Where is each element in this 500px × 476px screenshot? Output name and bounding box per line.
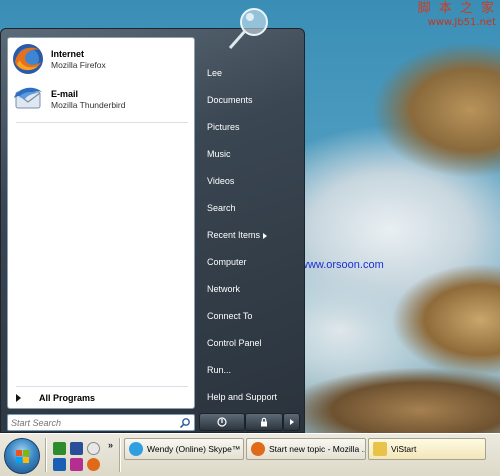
menu-item-documents[interactable]: Documents	[199, 90, 299, 110]
search-icon[interactable]	[179, 417, 191, 429]
watermark-jb51: 脚 本 之 家 www.Jb51.net	[400, 2, 496, 30]
menu-item-help-and-support[interactable]: Help and Support	[199, 387, 299, 407]
start-orb-button[interactable]	[4, 438, 40, 474]
triangle-right-icon	[16, 394, 21, 402]
firefox-icon	[251, 442, 265, 456]
taskbar-separator	[45, 438, 47, 472]
arrow-right-icon	[289, 419, 294, 425]
menu-item-videos[interactable]: Videos	[199, 171, 299, 191]
all-programs-separator	[16, 386, 188, 387]
menu-item-control-panel[interactable]: Control Panel	[199, 333, 299, 353]
start-search-box[interactable]	[7, 414, 195, 431]
quicklaunch-overflow-chevron[interactable]: »	[108, 440, 113, 450]
quicklaunch-ie-icon[interactable]	[53, 458, 66, 471]
pinned-item-email[interactable]: E-mail Mozilla Thunderbird	[10, 80, 194, 118]
task-button-firefox[interactable]: Start new topic - Mozilla ...	[246, 438, 366, 460]
quicklaunch-firefox-icon[interactable]	[87, 458, 100, 471]
folder-icon	[373, 442, 387, 456]
menu-item-lee[interactable]: Lee	[199, 63, 299, 83]
all-programs-label: All Programs	[39, 393, 96, 403]
menu-item-pictures[interactable]: Pictures	[199, 117, 299, 137]
quicklaunch-clock-icon[interactable]	[87, 442, 100, 455]
menu-item-run[interactable]: Run...	[199, 360, 299, 380]
pinned-programs-pane: Internet Mozilla Firefox E-mail Mozilla …	[7, 37, 195, 409]
pinned-item-description: Mozilla Thunderbird	[51, 99, 126, 110]
lock-button[interactable]	[245, 413, 283, 431]
pinned-separator	[16, 122, 188, 123]
task-button-label: ViStart	[391, 444, 417, 454]
task-button-label: Wendy (Online) Skype™ ...	[147, 444, 244, 454]
pinned-item-name: Internet	[51, 48, 85, 59]
watermark-orsoon: www.orsoon.com	[300, 259, 384, 271]
menu-item-network[interactable]: Network	[199, 279, 299, 299]
start-search-input[interactable]	[11, 416, 175, 429]
pinned-item-name: E-mail	[51, 88, 79, 99]
quicklaunch-desktop-icon[interactable]	[70, 442, 83, 455]
task-button-label: Start new topic - Mozilla ...	[269, 444, 366, 454]
menu-item-search[interactable]: Search	[199, 198, 299, 218]
skype-icon	[129, 442, 143, 456]
all-programs-button[interactable]: All Programs	[10, 389, 194, 407]
thunderbird-icon	[14, 87, 42, 109]
menu-item-music[interactable]: Music	[199, 144, 299, 164]
watermark-cn-text: 脚 本 之 家	[417, 1, 496, 16]
task-button-skype[interactable]: Wendy (Online) Skype™ ...	[124, 438, 244, 460]
submenu-arrow-icon	[263, 232, 268, 239]
shutdown-options-button[interactable]	[283, 413, 300, 431]
pinned-item-description: Mozilla Firefox	[51, 59, 106, 70]
menu-item-computer[interactable]: Computer	[199, 252, 299, 272]
menu-item-connect-to[interactable]: Connect To	[199, 306, 299, 326]
lock-icon	[261, 417, 267, 427]
quicklaunch-media-icon[interactable]	[70, 458, 83, 471]
menu-item-recent-items-label: Recent Items	[207, 230, 261, 240]
start-menu: Internet Mozilla Firefox E-mail Mozilla …	[0, 28, 305, 433]
menu-item-recent-items[interactable]: Recent Items	[199, 225, 299, 245]
quicklaunch-publisher-icon[interactable]	[53, 442, 66, 455]
power-controls	[199, 413, 301, 431]
taskbar-separator	[119, 438, 121, 472]
user-picture-glass-icon	[228, 8, 268, 49]
power-icon	[217, 417, 227, 427]
windows-logo-icon	[16, 450, 29, 463]
pinned-item-internet[interactable]: Internet Mozilla Firefox	[10, 40, 194, 78]
task-button-vistart[interactable]: ViStart	[368, 438, 486, 460]
taskbar: » Wendy (Online) Skype™ ... Start new to…	[0, 433, 500, 476]
firefox-icon	[13, 44, 43, 74]
watermark-url-text: www.Jb51.net	[427, 17, 496, 28]
power-button[interactable]	[199, 413, 245, 431]
